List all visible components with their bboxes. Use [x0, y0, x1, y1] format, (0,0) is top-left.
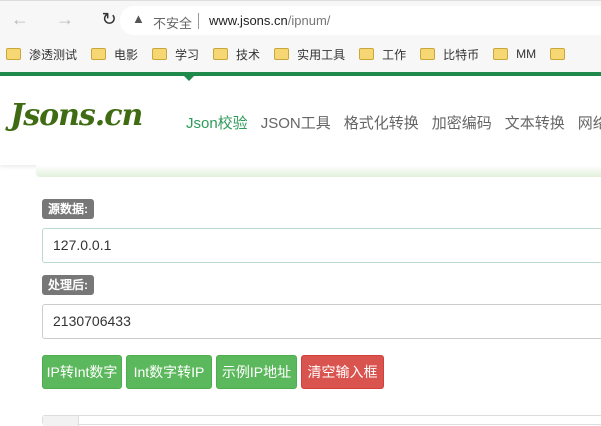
- nav-network[interactable]: 网络: [578, 112, 601, 133]
- nav-json-tools[interactable]: JSON工具: [261, 112, 331, 133]
- back-icon[interactable]: ←: [8, 7, 32, 31]
- lower-panel: [42, 415, 601, 426]
- bookmark-folder[interactable]: 渗透测试: [6, 46, 77, 63]
- source-label: 源数据:: [42, 199, 94, 219]
- url-host: www.jsons.cn: [209, 13, 288, 28]
- folder-icon: [6, 48, 21, 60]
- url-path: /ipnum/: [287, 13, 331, 28]
- bookmark-folder[interactable]: 实用工具: [274, 46, 345, 63]
- bookmark-folder[interactable]: 电影: [91, 46, 138, 63]
- bookmark-label: MM: [516, 47, 537, 61]
- nav-indicator: [184, 76, 194, 81]
- bookmark-label: 工作: [382, 47, 407, 62]
- forward-icon[interactable]: →: [53, 7, 77, 31]
- bookmark-folder[interactable]: 学习: [152, 46, 199, 63]
- notice-strip: [36, 165, 601, 177]
- nav-encrypt-encode[interactable]: 加密编码: [432, 112, 492, 133]
- nav-text-convert[interactable]: 文本转换: [505, 112, 565, 133]
- folder-icon: [213, 48, 229, 60]
- bookmark-folder[interactable]: 比特币: [420, 46, 479, 63]
- bookmark-label: 学习: [175, 47, 200, 62]
- folder-icon: [274, 48, 290, 60]
- site-header: Jsons.cn Json校验 JSON工具 格式化转换 加密编码 文本转换 网…: [0, 76, 601, 165]
- folder-icon: [91, 48, 107, 60]
- lower-panel-tab[interactable]: [43, 416, 79, 426]
- folder-icon: [152, 48, 168, 60]
- bookmark-label: 电影: [114, 47, 139, 62]
- source-input[interactable]: 127.0.0.1: [42, 228, 601, 263]
- bookmark-folder[interactable]: [550, 48, 573, 60]
- folder-icon: [550, 48, 566, 60]
- main-nav: Json校验 JSON工具 格式化转换 加密编码 文本转换 网络: [186, 112, 601, 133]
- folder-icon: [420, 48, 436, 60]
- nav-format-convert[interactable]: 格式化转换: [344, 112, 419, 133]
- bookmark-label: 技术: [236, 47, 261, 62]
- bookmark-label: 比特币: [443, 47, 480, 62]
- nav-json-validate[interactable]: Json校验: [186, 112, 248, 133]
- address-bar[interactable]: ▲ 不安全 www.jsons.cn/ipnum/: [120, 6, 601, 35]
- bookmark-folder[interactable]: 工作: [359, 46, 406, 63]
- security-text[interactable]: 不安全: [153, 13, 192, 32]
- int-to-ip-button[interactable]: Int数字转IP: [126, 355, 212, 389]
- clear-input-button[interactable]: 清空输入框: [301, 355, 384, 389]
- folder-icon: [359, 48, 375, 60]
- site-logo[interactable]: Jsons.cn: [10, 98, 143, 133]
- url-text[interactable]: www.jsons.cn/ipnum/: [209, 13, 330, 28]
- warning-triangle-icon[interactable]: ▲: [132, 11, 145, 26]
- divider: [198, 13, 199, 29]
- result-label: 处理后:: [42, 275, 94, 295]
- folder-icon: [493, 48, 509, 60]
- sample-ip-button[interactable]: 示例IP地址: [216, 355, 297, 389]
- reload-icon[interactable]: ↻: [97, 7, 121, 31]
- browser-toolbar: ← → ↻ ▲ 不安全 www.jsons.cn/ipnum/: [0, 0, 601, 36]
- bookmark-folder[interactable]: 技术: [213, 46, 260, 63]
- ip-to-int-button[interactable]: IP转Int数字: [42, 355, 122, 389]
- bookmark-folder[interactable]: MM: [493, 47, 536, 61]
- result-output[interactable]: 2130706433: [42, 304, 601, 339]
- bookmark-label: 实用工具: [297, 47, 346, 62]
- bookmark-label: 渗透测试: [29, 47, 78, 62]
- bookmarks-bar: 渗透测试 电影 学习 技术 实用工具 工作 比特币 MM: [0, 36, 601, 72]
